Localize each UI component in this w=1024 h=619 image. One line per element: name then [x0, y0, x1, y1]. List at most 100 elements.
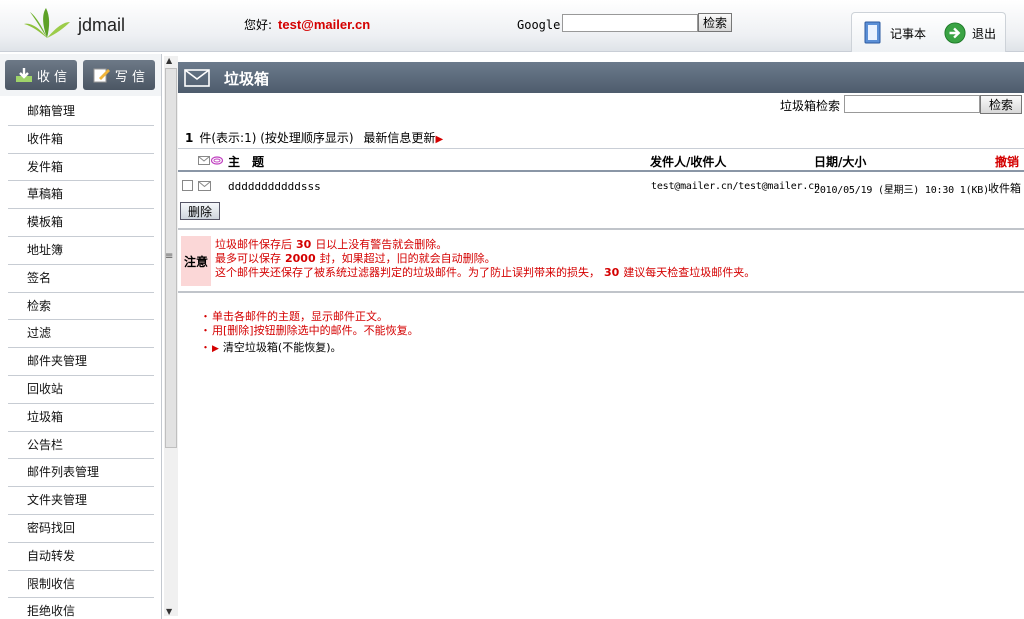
notice-line-2-num: 2000 [285, 252, 316, 265]
sidebar-item-bulletin[interactable]: 公告栏 [8, 432, 154, 460]
spam-search-input[interactable] [844, 95, 980, 113]
triangle-right-icon: ▶ [435, 134, 444, 145]
divider [178, 228, 1024, 230]
row-from-to: test@mailer.cn/test@mailer.cn [651, 181, 820, 192]
tip-item: ・单击各邮件的主题，显示邮件正文。 [200, 310, 419, 324]
delete-button[interactable]: 删除 [180, 202, 220, 220]
sidebar-item-address-book[interactable]: 地址簿 [8, 237, 154, 265]
notepad-icon [862, 20, 884, 46]
header-envelope-icon [198, 154, 210, 168]
sidebar-menu: 邮箱管理 收件箱 发件箱 草稿箱 模板箱 地址簿 签名 检索 过滤 邮件夹管理 … [8, 98, 154, 619]
sidebar-item-templates[interactable]: 模板箱 [8, 209, 154, 237]
count-text: 件(表示:1) (按处理顺序显示) [199, 131, 354, 145]
spam-search-button[interactable]: 检索 [980, 95, 1022, 114]
notice-text: 垃圾邮件保存后 30 日以上没有警告就会删除。 最多可以保存 2000 封，如果超过，旧… [215, 238, 755, 280]
sidebar-actions: 收 信 写 信 [0, 54, 161, 96]
notice-line-2-post: 封，如果超过，旧的就会自动删除。 [319, 252, 496, 265]
sidebar-item-mailing-list[interactable]: 邮件列表管理 [8, 459, 154, 488]
refresh-link[interactable]: 最新信息更新 [363, 131, 435, 145]
compose-mail-button[interactable]: 写 信 [83, 60, 155, 90]
logout-label: 退出 [972, 26, 997, 41]
tip-item: ・▶ 清空垃圾箱(不能恢复)。 [200, 341, 419, 356]
receive-label: 收 信 [36, 69, 68, 85]
sidebar-item-restrict-receive[interactable]: 限制收信 [8, 571, 154, 599]
notice-line-3: 这个邮件夹还保存了被系统过滤器判定的垃圾邮件。为了防止误判带来的损失， 30 建议每… [215, 266, 755, 280]
logo[interactable]: jdmail [22, 8, 126, 42]
notice-line-1: 垃圾邮件保存后 30 日以上没有警告就会删除。 [215, 238, 755, 252]
google-label: Google [517, 18, 561, 32]
sidebar-item-drafts[interactable]: 草稿箱 [8, 181, 154, 210]
logout-arrow-icon [944, 20, 966, 46]
bullet-icon: ・ [200, 341, 211, 354]
logout-button[interactable]: 退出 [944, 19, 996, 47]
sidebar-item-signature[interactable]: 签名 [8, 265, 154, 293]
header-attachment-icon [210, 154, 224, 168]
header-date-size[interactable]: 日期/大小 [814, 153, 866, 170]
envelope-icon [184, 69, 210, 87]
sidebar-item-reject-receive[interactable]: 拒绝收信 [8, 598, 154, 619]
message-count: 1 件(表示:1) (按处理顺序显示) 最新信息更新▶ [185, 129, 443, 146]
sidebar-item-spam[interactable]: 垃圾箱 [8, 404, 154, 432]
bullet-icon: ・ [200, 324, 211, 337]
compose-label: 写 信 [114, 69, 146, 85]
bullet-icon: ・ [200, 310, 211, 323]
undo-link[interactable]: 撤销 [995, 153, 1019, 170]
tip-text: 用[删除]按钮删除选中的邮件。不能恢复。 [212, 324, 419, 337]
table-header: 主 题 发件人/收件人 日期/大小 撤销 [178, 148, 1024, 172]
sidebar-item-mailbox-management[interactable]: 邮箱管理 [8, 98, 154, 126]
sidebar-item-sent[interactable]: 发件箱 [8, 154, 154, 182]
download-icon [15, 68, 32, 82]
splitter-grip-icon[interactable]: ≡ [165, 251, 173, 262]
notice-line-3-post: 建议每天检查垃圾邮件夹。 [623, 266, 756, 279]
notice-label: 注意 [181, 236, 211, 286]
panel-header: 垃圾箱 [178, 62, 1024, 93]
tip-text: 单击各邮件的主题，显示邮件正文。 [212, 310, 388, 323]
divider [178, 291, 1024, 293]
scroll-down-arrow-icon[interactable]: ▼ [166, 607, 172, 616]
toolbox: 记事本 退出 [851, 12, 1006, 52]
table-row[interactable]: dddddddddddsss test@mailer.cn/test@maile… [178, 174, 1024, 198]
google-search-input[interactable] [562, 14, 698, 32]
greeting: 您好: test@mailer.cn [244, 16, 370, 33]
row-date-size: 2010/05/19 (星期三) 10:30 1(KB) [814, 185, 989, 196]
notice-line-1-pre: 垃圾邮件保存后 [215, 238, 292, 251]
greeting-label: 您好: [244, 18, 273, 32]
triangle-right-icon: ▶ [212, 344, 219, 354]
notepad-label: 记事本 [890, 26, 927, 41]
empty-trash-link[interactable]: 清空垃圾箱(不能恢复)。 [223, 341, 342, 354]
notice-line-3-pre: 这个邮件夹还保存了被系统过滤器判定的垃圾邮件。为了防止误判带来的损失， [215, 266, 600, 279]
header-subject[interactable]: 主 题 [228, 153, 264, 170]
tip-item: ・用[删除]按钮删除选中的邮件。不能恢复。 [200, 324, 419, 338]
top-header: jdmail 您好: test@mailer.cn Google 检索 记事本 退… [0, 0, 1024, 52]
google-search-button[interactable]: 检索 [698, 13, 732, 32]
sidebar-scrollbar[interactable]: ▲ ▼ [164, 56, 178, 616]
sidebar-item-password-recovery[interactable]: 密码找回 [8, 515, 154, 543]
header-from-to[interactable]: 发件人/收件人 [650, 153, 726, 170]
sidebar-item-auto-forward[interactable]: 自动转发 [8, 543, 154, 571]
sidebar-item-inbox[interactable]: 收件箱 [8, 126, 154, 154]
pencil-paper-icon [93, 68, 110, 83]
sidebar-item-filter[interactable]: 过滤 [8, 320, 154, 349]
sidebar-item-folder-management[interactable]: 邮件夹管理 [8, 348, 154, 376]
sidebar-item-file-folder[interactable]: 文件夹管理 [8, 487, 154, 515]
notepad-button[interactable]: 记事本 [862, 19, 926, 47]
sidebar-item-search[interactable]: 检索 [8, 293, 154, 321]
row-subject[interactable]: dddddddddddsss [228, 180, 321, 193]
spam-search-label: 垃圾箱检索 [780, 99, 841, 113]
notice-line-2: 最多可以保存 2000 封，如果超过，旧的就会自动删除。 [215, 252, 755, 266]
notice-line-1-post: 日以上没有警告就会删除。 [315, 238, 448, 251]
receive-mail-button[interactable]: 收 信 [5, 60, 77, 90]
help-tips: ・单击各邮件的主题，显示邮件正文。 ・用[删除]按钮删除选中的邮件。不能恢复。 … [200, 310, 419, 356]
leaf-logo-icon [24, 8, 70, 38]
scroll-up-arrow-icon[interactable]: ▲ [166, 56, 172, 65]
notice-line-3-num: 30 [604, 266, 620, 279]
main-panel: 垃圾箱 垃圾箱检索 检索 1 件(表示:1) (按处理顺序显示) 最新信息更新▶ … [178, 62, 1024, 619]
notice-line-2-pre: 最多可以保存 [215, 252, 281, 265]
notice-line-1-num: 30 [296, 238, 312, 251]
sidebar-item-recycle-bin[interactable]: 回收站 [8, 376, 154, 404]
page-title: 垃圾箱 [224, 70, 270, 88]
row-checkbox[interactable] [182, 180, 193, 194]
brand-name: jdmail [78, 15, 126, 35]
count-number: 1 [185, 131, 194, 145]
sidebar: 收 信 写 信 邮箱管理 收件箱 发件箱 草稿箱 模板箱 地址簿 签名 检索 过… [0, 54, 162, 619]
